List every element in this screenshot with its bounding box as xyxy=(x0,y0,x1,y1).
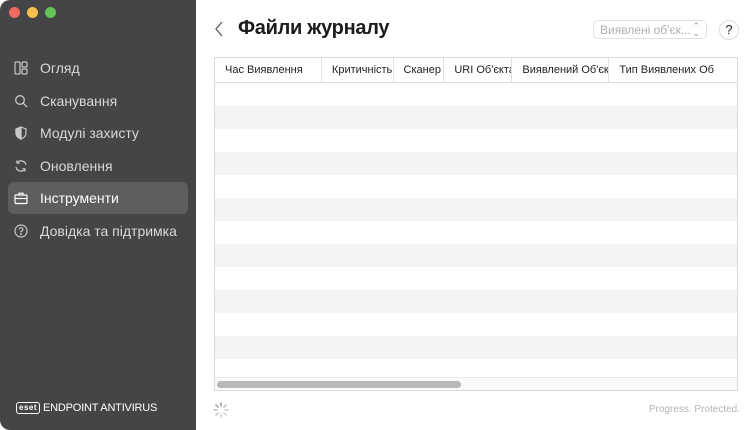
dashboard-icon xyxy=(14,61,28,75)
sidebar-item-label: Оновлення xyxy=(40,157,113,174)
sidebar-item-scan[interactable]: Сканування xyxy=(8,85,188,117)
sidebar-item-label: Сканування xyxy=(40,92,118,109)
column-header-scanner[interactable]: Сканер xyxy=(394,58,445,82)
sidebar-item-tools[interactable]: Інструменти xyxy=(8,182,188,214)
sidebar-item-overview[interactable]: Огляд xyxy=(8,52,188,84)
maximize-window-button[interactable] xyxy=(45,7,56,18)
minimize-window-button[interactable] xyxy=(27,7,38,18)
table-row[interactable] xyxy=(215,129,737,152)
sidebar-item-label: Огляд xyxy=(40,60,80,76)
table-row[interactable] xyxy=(215,267,737,290)
table-row[interactable] xyxy=(215,290,737,313)
table-header: Час Виявлення Критичність Сканер URI Об'… xyxy=(215,58,737,83)
sidebar-item-help[interactable]: Довідка та підтримка xyxy=(8,215,188,247)
search-icon xyxy=(14,94,28,108)
table-row[interactable] xyxy=(215,152,737,175)
sidebar-item-label: Інструменти xyxy=(40,190,119,206)
sidebar-item-update[interactable]: Оновлення xyxy=(8,150,188,182)
product-brand: eset ENDPOINT ANTIVIRUS xyxy=(16,402,157,414)
sidebar-nav: Огляд Сканування Модулі захисту Оновленн… xyxy=(8,52,188,247)
sidebar-item-protection[interactable]: Модулі захисту xyxy=(8,117,188,149)
refresh-icon xyxy=(14,159,28,173)
scrollbar-thumb[interactable] xyxy=(217,381,461,388)
table-body xyxy=(215,83,737,390)
back-button[interactable] xyxy=(214,20,228,40)
column-header-object-uri[interactable]: URI Об'єкта xyxy=(444,58,513,82)
help-circle-icon xyxy=(14,223,28,238)
shield-icon xyxy=(14,126,28,140)
column-header-detected-object[interactable]: Виявлений Об'єкт xyxy=(512,58,610,82)
main-panel: Файли журналу Виявлені об'єк... ⌃ ⌄ ? Час… xyxy=(196,0,756,430)
briefcase-icon xyxy=(14,191,28,205)
horizontal-scrollbar[interactable] xyxy=(215,377,737,390)
loading-spinner-icon xyxy=(213,402,229,418)
window-controls xyxy=(9,7,56,18)
log-type-select-value: Виявлені об'єк... xyxy=(600,22,691,37)
close-window-button[interactable] xyxy=(9,7,20,18)
sidebar-item-label: Модулі захисту xyxy=(40,125,139,141)
eset-logo: eset xyxy=(16,402,41,414)
sidebar: Огляд Сканування Модулі захисту Оновленн… xyxy=(0,0,196,430)
chevron-left-icon xyxy=(215,21,223,37)
column-header-detection-type[interactable]: Тип Виявлених Об xyxy=(609,58,737,82)
table-row[interactable] xyxy=(215,106,737,129)
table-row[interactable] xyxy=(215,244,737,267)
log-table: Час Виявлення Критичність Сканер URI Об'… xyxy=(214,57,738,391)
sidebar-item-label: Довідка та підтримка xyxy=(40,222,177,239)
help-button[interactable]: ? xyxy=(719,20,739,40)
app-window: Огляд Сканування Модулі захисту Оновленн… xyxy=(0,0,756,430)
column-header-severity[interactable]: Критичність xyxy=(322,58,394,82)
table-row[interactable] xyxy=(215,83,737,106)
table-row[interactable] xyxy=(215,221,737,244)
column-header-time[interactable]: Час Виявлення xyxy=(215,58,322,82)
table-row[interactable] xyxy=(215,336,737,359)
chevron-updown-icon: ⌃ ⌄ xyxy=(692,21,700,38)
product-name: ENDPOINT ANTIVIRUS xyxy=(43,402,158,414)
table-row[interactable] xyxy=(215,198,737,221)
table-row[interactable] xyxy=(215,313,737,336)
footer-tagline: Progress. Protected. xyxy=(648,404,740,415)
log-type-select[interactable]: Виявлені об'єк... ⌃ ⌄ xyxy=(593,20,707,39)
table-row[interactable] xyxy=(215,175,737,198)
page-title: Файли журналу xyxy=(238,17,390,39)
